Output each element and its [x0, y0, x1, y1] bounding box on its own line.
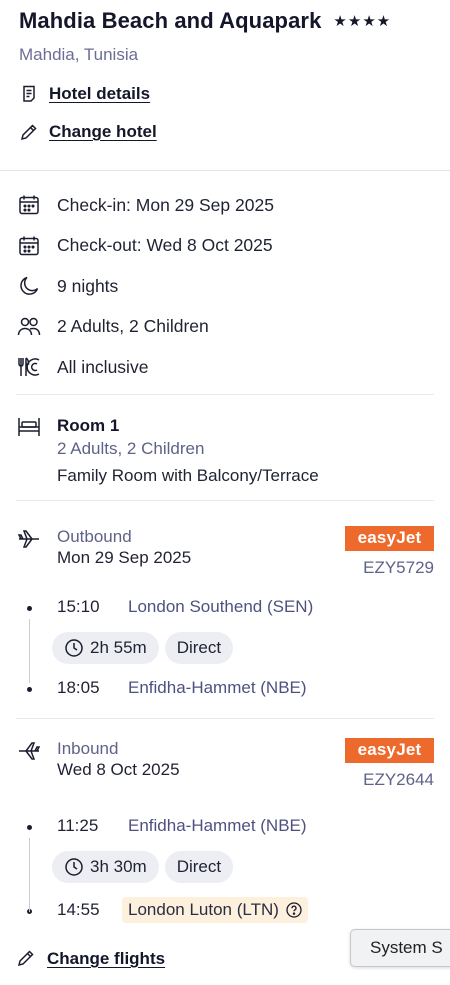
flight-number: EZY5729	[363, 557, 434, 577]
airline-logo: easyJet	[345, 525, 434, 551]
stops-chip: Direct	[164, 631, 234, 664]
inbound-timeline: 11:25 Enfidha-Hammet (NBE) 3h 30m Direct…	[17, 814, 434, 925]
plane-arrival-icon	[17, 738, 41, 790]
calendar-icon	[17, 234, 41, 258]
timeline-dot	[27, 825, 32, 830]
arrival-row: 14:55 London Luton (LTN)	[17, 895, 434, 925]
star-rating: ★★★★	[333, 13, 392, 30]
clock-icon	[64, 638, 84, 658]
change-flights-link[interactable]: Change flights	[47, 949, 165, 969]
guests-row: 2 Adults, 2 Children	[17, 307, 434, 348]
guests-text: 2 Adults, 2 Children	[57, 316, 209, 337]
timeline-line	[29, 837, 30, 912]
nights-text: 9 nights	[57, 275, 119, 296]
arrival-airport: London Luton (LTN)	[128, 899, 279, 919]
duration-chip: 2h 55m	[52, 631, 159, 664]
inbound-header: Inbound Wed 8 Oct 2025 easyJet EZY2644	[17, 737, 434, 790]
duration-chip: 3h 30m	[52, 850, 159, 883]
pencil-icon	[17, 949, 37, 969]
arrival-time: 14:55	[57, 899, 100, 919]
room-title: Room 1	[57, 415, 120, 435]
check-out-row: Check-out: Wed 8 Oct 2025	[17, 226, 434, 267]
room-occupancy: 2 Adults, 2 Children	[57, 438, 205, 458]
bed-icon	[17, 415, 41, 491]
calendar-icon	[17, 193, 41, 217]
stops-text: Direct	[176, 856, 222, 876]
hotel-location: Mahdia, Tunisia	[19, 45, 139, 64]
board-row: All inclusive	[17, 347, 434, 388]
check-in-row: Check-in: Mon 29 Sep 2025	[17, 185, 434, 226]
check-in-text: Check-in: Mon 29 Sep 2025	[57, 194, 274, 215]
inbound-airline: easyJet EZY2644	[345, 737, 434, 790]
change-flights-link-row[interactable]: Change flights	[17, 946, 165, 972]
flight-number: EZY2644	[363, 769, 434, 789]
room-type: Family Room with Balcony/Terrace	[57, 465, 319, 485]
inbound-flight: Inbound Wed 8 Oct 2025 easyJet EZY2644 1…	[0, 719, 450, 925]
departure-airport: Enfidha-Hammet (NBE)	[128, 815, 307, 835]
room-section: Room 1 2 Adults, 2 Children Family Room …	[0, 395, 450, 491]
hotel-name: Mahdia Beach and Aquapark	[19, 8, 322, 33]
system-tooltip: System S	[350, 929, 450, 967]
airline-logo: easyJet	[345, 737, 434, 763]
arrival-time: 18:05	[57, 677, 100, 697]
outbound-date: Mon 29 Sep 2025	[57, 547, 192, 567]
change-hotel-link-row[interactable]: Change hotel	[19, 120, 430, 144]
timeline-dot	[27, 606, 32, 611]
check-out-text: Check-out: Wed 8 Oct 2025	[57, 235, 273, 256]
moon-icon	[17, 274, 41, 298]
help-icon[interactable]	[286, 901, 302, 918]
inbound-date: Wed 8 Oct 2025	[57, 759, 180, 779]
inbound-title: Inbound Wed 8 Oct 2025	[17, 738, 180, 790]
inbound-label: Inbound	[57, 738, 119, 758]
outbound-flight: Outbound Mon 29 Sep 2025 easyJet EZY5729…	[0, 501, 450, 700]
room-info: Room 1 2 Adults, 2 Children Family Room …	[57, 415, 319, 491]
cutlery-plate-icon	[17, 355, 41, 379]
hotel-title-row: Mahdia Beach and Aquapark ★★★★	[19, 6, 430, 36]
departure-time: 15:10	[57, 596, 100, 616]
duration-text: 2h 55m	[90, 637, 147, 657]
inbound-text: Inbound Wed 8 Oct 2025	[57, 738, 180, 790]
clock-icon	[64, 857, 84, 877]
arrival-airport: Enfidha-Hammet (NBE)	[128, 677, 307, 697]
outbound-title: Outbound Mon 29 Sep 2025	[17, 526, 191, 578]
stops-chip: Direct	[164, 850, 234, 883]
flight-chips: 2h 55m Direct	[52, 631, 434, 664]
outbound-text: Outbound Mon 29 Sep 2025	[57, 526, 191, 578]
departure-airport: London Southend (SEN)	[128, 596, 314, 616]
outbound-label: Outbound	[57, 526, 132, 546]
outbound-timeline: 15:10 London Southend (SEN) 2h 55m Direc…	[17, 595, 434, 700]
change-hotel-link[interactable]: Change hotel	[49, 122, 157, 142]
outbound-airline: easyJet EZY5729	[345, 525, 434, 578]
departure-row: 15:10 London Southend (SEN)	[17, 595, 434, 619]
stay-facts: Check-in: Mon 29 Sep 2025 Check-out: Wed…	[0, 171, 450, 388]
plane-departure-icon	[17, 526, 41, 578]
arrival-airport-highlight: London Luton (LTN)	[122, 896, 308, 923]
nights-row: 9 nights	[17, 266, 434, 307]
arrival-row: 18:05 Enfidha-Hammet (NBE)	[17, 676, 434, 700]
duration-text: 3h 30m	[90, 856, 147, 876]
document-icon	[19, 84, 39, 104]
departure-row: 11:25 Enfidha-Hammet (NBE)	[17, 814, 434, 838]
hotel-details-link[interactable]: Hotel details	[49, 84, 150, 104]
hotel-header: Mahdia Beach and Aquapark ★★★★ Mahdia, T…	[0, 0, 450, 144]
departure-time: 11:25	[57, 815, 99, 835]
outbound-header: Outbound Mon 29 Sep 2025 easyJet EZY5729	[17, 525, 434, 578]
timeline-line	[29, 618, 30, 683]
timeline-dot	[27, 687, 32, 692]
people-icon	[17, 315, 41, 339]
hotel-details-link-row[interactable]: Hotel details	[19, 82, 430, 106]
board-text: All inclusive	[57, 356, 149, 377]
pencil-icon	[19, 122, 39, 142]
stops-text: Direct	[176, 637, 222, 657]
flight-chips: 3h 30m Direct	[52, 850, 434, 883]
